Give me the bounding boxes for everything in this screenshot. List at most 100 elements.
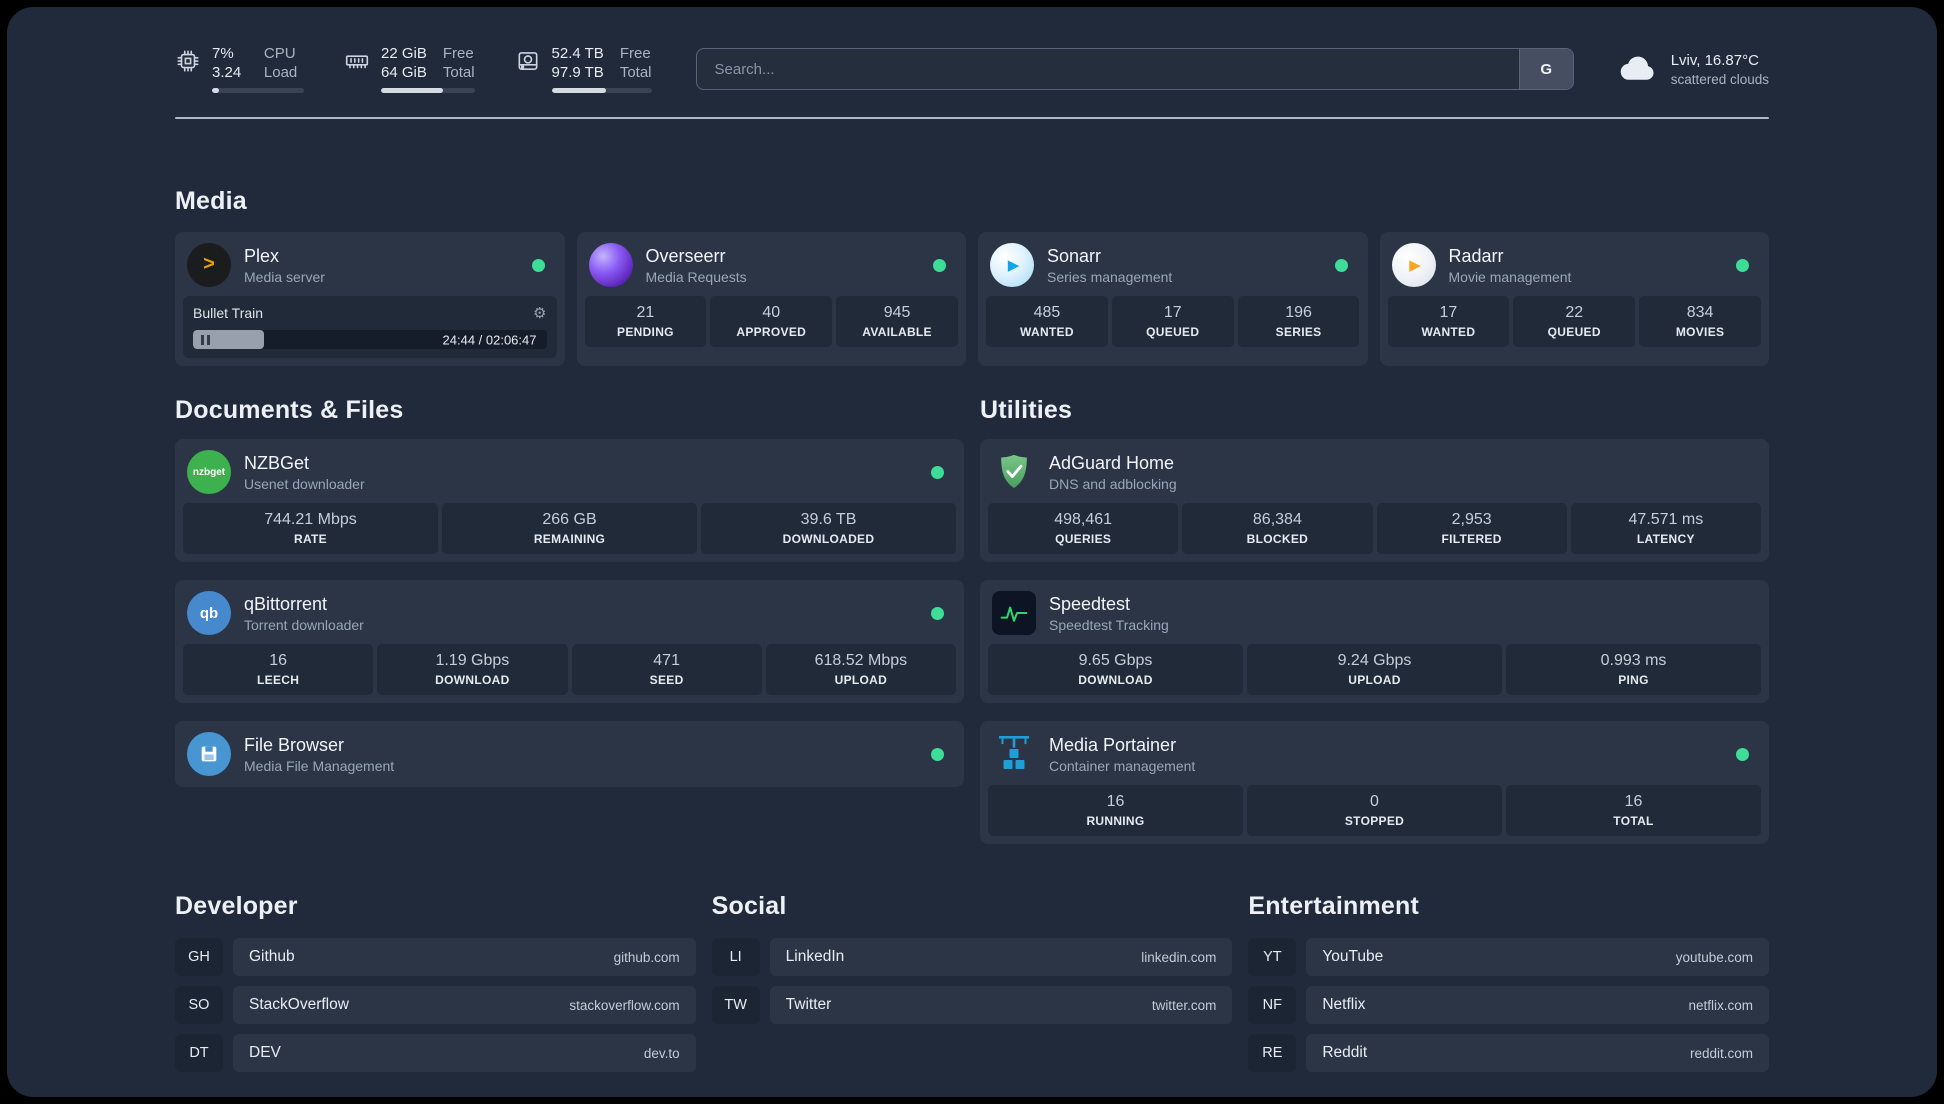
top-bar: 7% CPU 3.24 Load 22 GiB Free 64 GiB Tota… [175,45,1769,93]
bookmark-netflix[interactable]: NF Netflix netflix.com [1248,986,1769,1024]
search-input[interactable] [696,49,1519,89]
bookmark-youtube[interactable]: YT YouTube youtube.com [1248,938,1769,976]
status-dot [1736,747,1749,761]
bookmark-dev[interactable]: DT DEV dev.to [175,1034,696,1072]
service-link-qbittorrent[interactable]: qb qBittorrent Torrent downloader [183,588,956,644]
playback-time: 24:44 / 02:06:47 [442,332,537,347]
cpu-load-label: Load [263,64,298,81]
stat-movies: 834 MOVIES [1639,296,1761,347]
filebrowser-icon [187,732,231,776]
bookmark-abbr: TW [711,986,760,1024]
stat-available: 945 AVAILABLE [836,296,958,347]
service-name: qBittorrent [244,593,328,614]
pause-icon[interactable] [201,334,210,345]
stat-pending: 21 PENDING [584,296,707,347]
service-card-adguard: AdGuard Home DNS and adblocking 498,461 Q… [980,439,1769,562]
service-desc: DNS and adblocking [1049,475,1177,492]
service-desc: Media File Management [244,757,395,774]
bookmark-linkedin[interactable]: LI LinkedIn linkedin.com [711,938,1233,976]
service-link-sonarr[interactable]: ▶ Sonarr Series management [986,240,1360,296]
plex-now-playing: Bullet Train ⚙ 24:44 / 02:06:47 [183,296,557,358]
stat-downloaded: 39.6 TB DOWNLOADED [701,503,956,554]
service-desc: Media server [244,268,325,285]
bookmark-github[interactable]: GH Github github.com [175,938,696,976]
system-metrics: 7% CPU 3.24 Load 22 GiB Free 64 GiB Tota… [175,45,652,93]
memory-progress-bar [381,88,475,93]
plex-icon: > [187,243,231,287]
bookmarks-entertainment: Entertainment YT YouTube youtube.com NF N… [1248,892,1769,1072]
bookmark-twitter[interactable]: TW Twitter twitter.com [711,986,1233,1024]
service-name: AdGuard Home [1049,452,1175,473]
disk-total-label: Total [619,64,652,81]
section-documents: Documents & Files nzbget NZBGet Usenet d… [175,396,964,844]
portainer-icon [992,732,1036,776]
weather-location: Lviv, 16.87°C [1670,51,1759,69]
service-desc: Usenet downloader [244,475,365,492]
stat-wanted: 485 WANTED [986,296,1108,347]
stat-blocked: 86,384 BLOCKED [1182,503,1373,554]
service-desc: Container management [1049,757,1196,774]
service-link-radarr[interactable]: ▶ Radarr Movie management [1388,240,1762,296]
playback-progress-track[interactable]: 24:44 / 02:06:47 [193,330,547,349]
section-utilities: Utilities AdGuard Home DNS and adblockin… [980,396,1769,844]
bookmark-abbr: DT [175,1034,223,1072]
disk-free-value: 52.4 TB [551,45,604,62]
sonarr-icon: ▶ [990,243,1034,287]
bookmark-stackoverflow[interactable]: SO StackOverflow stackoverflow.com [175,986,696,1024]
status-dot [1736,258,1749,272]
service-link-overseerr[interactable]: Overseerr Media Requests [585,240,959,296]
stat-download: 1.19 Gbps DOWNLOAD [377,644,568,695]
search-provider-button[interactable]: G [1518,49,1573,89]
status-dot [531,258,545,272]
cpu-load-value: 3.24 [212,64,242,81]
service-name: NZBGet [244,452,310,473]
service-name: Sonarr [1047,245,1102,266]
section-title-developer: Developer [175,892,298,920]
stat-remaining: 266 GB REMAINING [442,503,697,554]
service-card-filebrowser: File Browser Media File Management [175,721,964,787]
stat-upload: 618.52 Mbps UPLOAD [765,644,956,695]
service-link-plex[interactable]: > Plex Media server [183,240,557,296]
memory-free-label: Free [442,45,474,62]
disk-free-label: Free [619,45,651,62]
stat-total: 16 TOTAL [1506,785,1761,836]
service-desc: Series management [1047,268,1173,285]
memory-icon [344,48,370,79]
memory-free-value: 22 GiB [381,45,427,62]
stat-upload: 9.24 Gbps UPLOAD [1247,644,1502,695]
now-playing-title: Bullet Train [193,305,264,321]
service-link-portainer[interactable]: Media Portainer Container management [988,729,1761,785]
cpu-icon [175,48,201,79]
adguard-icon [992,450,1036,494]
service-card-sonarr: ▶ Sonarr Series management 485 WANTED 17 Q… [978,232,1368,366]
bookmark-reddit[interactable]: RE Reddit reddit.com [1248,1034,1769,1072]
qbittorrent-icon: qb [187,591,231,635]
overseerr-icon [588,243,633,287]
section-title-media: Media [175,187,247,215]
radarr-icon: ▶ [1391,243,1436,287]
cpu-usage-label: CPU [263,45,296,62]
memory-total-label: Total [442,64,475,81]
gear-icon[interactable]: ⚙ [533,304,546,322]
stat-queued: 22 QUEUED [1513,296,1636,347]
service-link-speedtest[interactable]: Speedtest Speedtest Tracking [988,588,1761,644]
bookmark-abbr: SO [175,986,223,1024]
cloud-icon [1618,52,1658,87]
service-link-adguard[interactable]: AdGuard Home DNS and adblocking [988,447,1761,503]
stat-latency: 47.571 ms LATENCY [1570,503,1761,554]
service-card-nzbget: nzbget NZBGet Usenet downloader 744.21 M… [175,439,964,562]
service-link-nzbget[interactable]: nzbget NZBGet Usenet downloader [183,447,956,503]
cpu-progress-bar [212,88,304,93]
bookmarks-developer: Developer GH Github github.com SO StackOv… [175,892,696,1072]
status-dot [1334,258,1348,272]
disk-total-value: 97.9 TB [551,64,604,81]
service-card-speedtest: Speedtest Speedtest Tracking 9.65 Gbps DO… [980,580,1769,703]
disk-widget: 52.4 TB Free 97.9 TB Total [515,45,652,93]
section-title-utilities: Utilities [980,396,1073,424]
service-link-filebrowser[interactable]: File Browser Media File Management [183,729,956,779]
service-card-radarr: ▶ Radarr Movie management 17 WANTED 22 QUE… [1379,232,1769,366]
stat-wanted: 17 WANTED [1387,296,1510,347]
stat-seed: 471 SEED [571,644,762,695]
service-desc: Movie management [1448,268,1572,285]
bookmark-abbr: LI [711,938,760,976]
